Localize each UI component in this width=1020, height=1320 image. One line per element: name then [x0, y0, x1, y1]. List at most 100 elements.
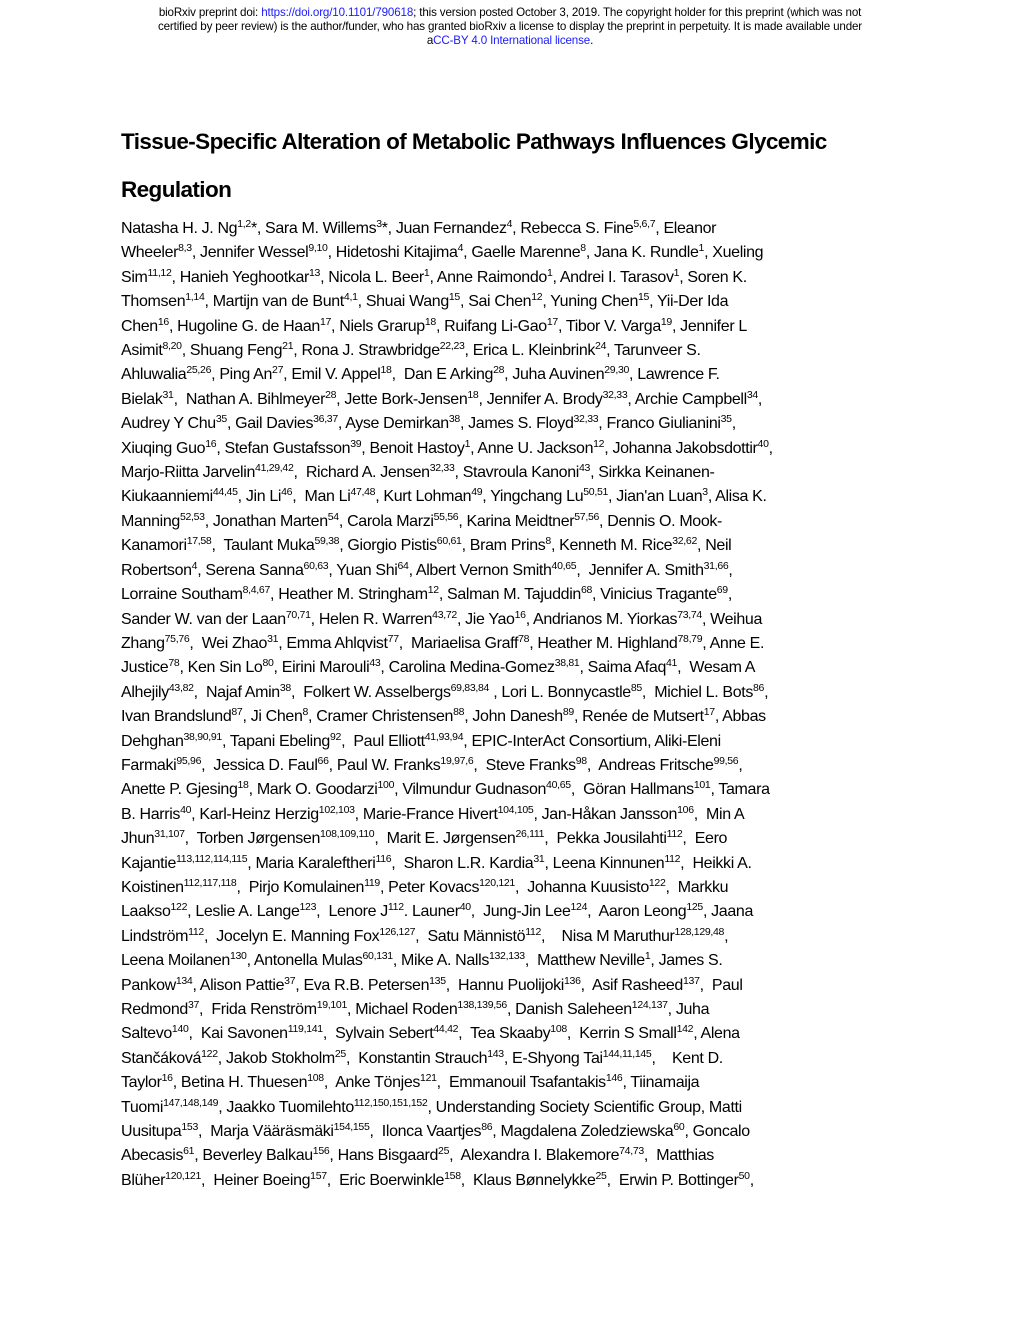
author-name: Ahluwalia — [121, 366, 187, 384]
affiliation-superscript: 16 — [161, 1072, 173, 1085]
license-link[interactable]: CC-BY 4.0 International license — [433, 34, 590, 47]
author-name: Leslie A. Lange — [195, 903, 300, 921]
affiliation-superscript: 106 — [677, 803, 694, 816]
author-line: Marjo-Riitta Jarvelin41,29,42, Richard A… — [121, 461, 921, 485]
affiliation-superscript: 43 — [369, 657, 381, 670]
author-name: Carola Marzi — [347, 512, 434, 530]
separator: , — [541, 927, 562, 945]
author-name: Vinicius Tragante — [600, 586, 717, 604]
affiliation-superscript: 49 — [471, 486, 483, 499]
affiliation-superscript: 112 — [387, 901, 404, 914]
affiliation-superscript: 35 — [215, 413, 227, 426]
separator: , — [459, 293, 469, 311]
author-name: Gail Davies — [235, 415, 314, 433]
author-line: Leena Moilanen130, Antonella Mulas60,131… — [121, 949, 921, 973]
author-name: Serena Sanna — [205, 561, 304, 579]
separator: , — [226, 415, 236, 433]
author-line: Sander W. van der Laan70,71, Helen R. Wa… — [121, 608, 921, 632]
affiliation-superscript: 11,12 — [147, 266, 172, 279]
author-name: Johanna Jakobsdottir — [612, 439, 758, 457]
affiliation-superscript: 125 — [686, 901, 703, 914]
affiliation-superscript: 27 — [272, 364, 284, 377]
separator: , — [201, 756, 214, 774]
separator: , — [193, 683, 206, 701]
separator: , — [415, 927, 428, 945]
author-name: Man Li — [304, 488, 351, 506]
author-name: Helen R. Warren — [318, 610, 433, 628]
author-name: Dan E Arking — [403, 366, 494, 384]
affiliation-superscript: 60,63 — [303, 559, 329, 572]
affiliation-superscript: 25 — [438, 1145, 450, 1158]
separator: , — [435, 317, 445, 335]
author-name: Ivan Brandslund — [121, 708, 232, 726]
affiliation-superscript: 85 — [630, 681, 642, 694]
author-line: Lindström112, Jocelyn E. Manning Fox126,… — [121, 925, 921, 949]
author-name: Betina H. Thuesen — [180, 1074, 308, 1092]
affiliation-superscript: 40 — [180, 803, 192, 816]
affiliation-superscript: 22,23 — [439, 340, 465, 353]
author-name: Stefan Gustafsson — [224, 439, 351, 457]
separator: , — [201, 1171, 214, 1189]
separator: , — [181, 342, 190, 360]
affiliation-superscript: 156 — [312, 1145, 330, 1158]
separator: , — [627, 390, 635, 408]
separator: , — [322, 1025, 336, 1043]
author-name: Salman M. Tajuddin — [447, 586, 581, 604]
author-line: Blüher120,121, Heiner Boeing157, Eric Bo… — [121, 1169, 921, 1193]
separator: , — [242, 708, 251, 726]
affiliation-superscript: 28 — [493, 364, 505, 377]
author-name: Giorgio Pistis — [347, 537, 437, 555]
affiliation-superscript: 17,58 — [186, 535, 212, 548]
author-line: Xiuqing Guo16, Stefan Gustafsson39, Beno… — [121, 437, 921, 461]
separator: . — [403, 903, 412, 921]
author-name: Anette P. Gjesing — [121, 781, 238, 799]
separator: , — [682, 830, 695, 848]
separator: , — [470, 903, 484, 921]
separator: , — [576, 561, 589, 579]
separator: , — [329, 1147, 338, 1165]
author-name: Xueling — [712, 244, 764, 262]
separator: , — [552, 268, 560, 286]
affiliation-superscript: 112,117,118 — [183, 876, 237, 889]
author-name: Andrianos M. Yiorkas — [533, 610, 678, 628]
affiliation-superscript: 17 — [546, 315, 558, 328]
separator: , — [293, 464, 306, 482]
separator: , — [731, 415, 736, 433]
affiliation-superscript: 126,127 — [379, 925, 416, 938]
separator: , — [514, 878, 528, 896]
author-line: Anette P. Gjesing18, Mark O. Goodarzi100… — [121, 778, 921, 802]
affiliation-superscript: 112 — [664, 852, 681, 865]
affiliation-superscript: 38 — [279, 681, 291, 694]
separator: , — [525, 610, 533, 628]
affiliation-superscript: 60,61 — [436, 535, 462, 548]
affiliation-superscript: 64 — [397, 559, 409, 572]
affiliation-superscript: 108 — [307, 1072, 324, 1085]
author-line: Jhun31,107, Torben Jørgensen108,109,110,… — [121, 827, 921, 851]
separator: , — [461, 537, 470, 555]
author-name: Lori L. Bonnycastle — [501, 683, 631, 701]
author-name: Erica L. Kleinbrink — [472, 342, 596, 360]
author-name: Marja Vääräsmäki — [210, 1123, 334, 1141]
doi-link[interactable]: https://doi.org/10.1101/790618 — [261, 6, 413, 19]
separator: , — [326, 1171, 340, 1189]
author-name: Mike A. Nalls — [401, 952, 489, 970]
affiliation-superscript: 116 — [375, 852, 392, 865]
author-name: Dehghan — [121, 732, 184, 750]
author-name: Tapani Ebeling — [229, 732, 330, 750]
author-name: Ilonca Vaartjes — [381, 1123, 482, 1141]
separator: , — [454, 464, 463, 482]
author-name: Renée de Mutsert — [582, 708, 704, 726]
affiliation-superscript: 101 — [693, 779, 711, 792]
author-name: Pankow — [121, 976, 176, 994]
affiliation-superscript: 132,133 — [488, 950, 525, 963]
separator: , — [338, 512, 348, 530]
separator: , — [327, 244, 336, 262]
affiliation-superscript: 43,72 — [432, 608, 457, 621]
separator: , — [459, 415, 469, 433]
author-name: Andreas Fritsche — [598, 756, 714, 774]
affiliation-superscript: 77 — [387, 632, 399, 645]
separator: , — [292, 488, 305, 506]
author-name: Weihua — [710, 610, 763, 628]
separator: , — [665, 878, 678, 896]
affiliation-superscript: 32,62 — [672, 535, 697, 548]
